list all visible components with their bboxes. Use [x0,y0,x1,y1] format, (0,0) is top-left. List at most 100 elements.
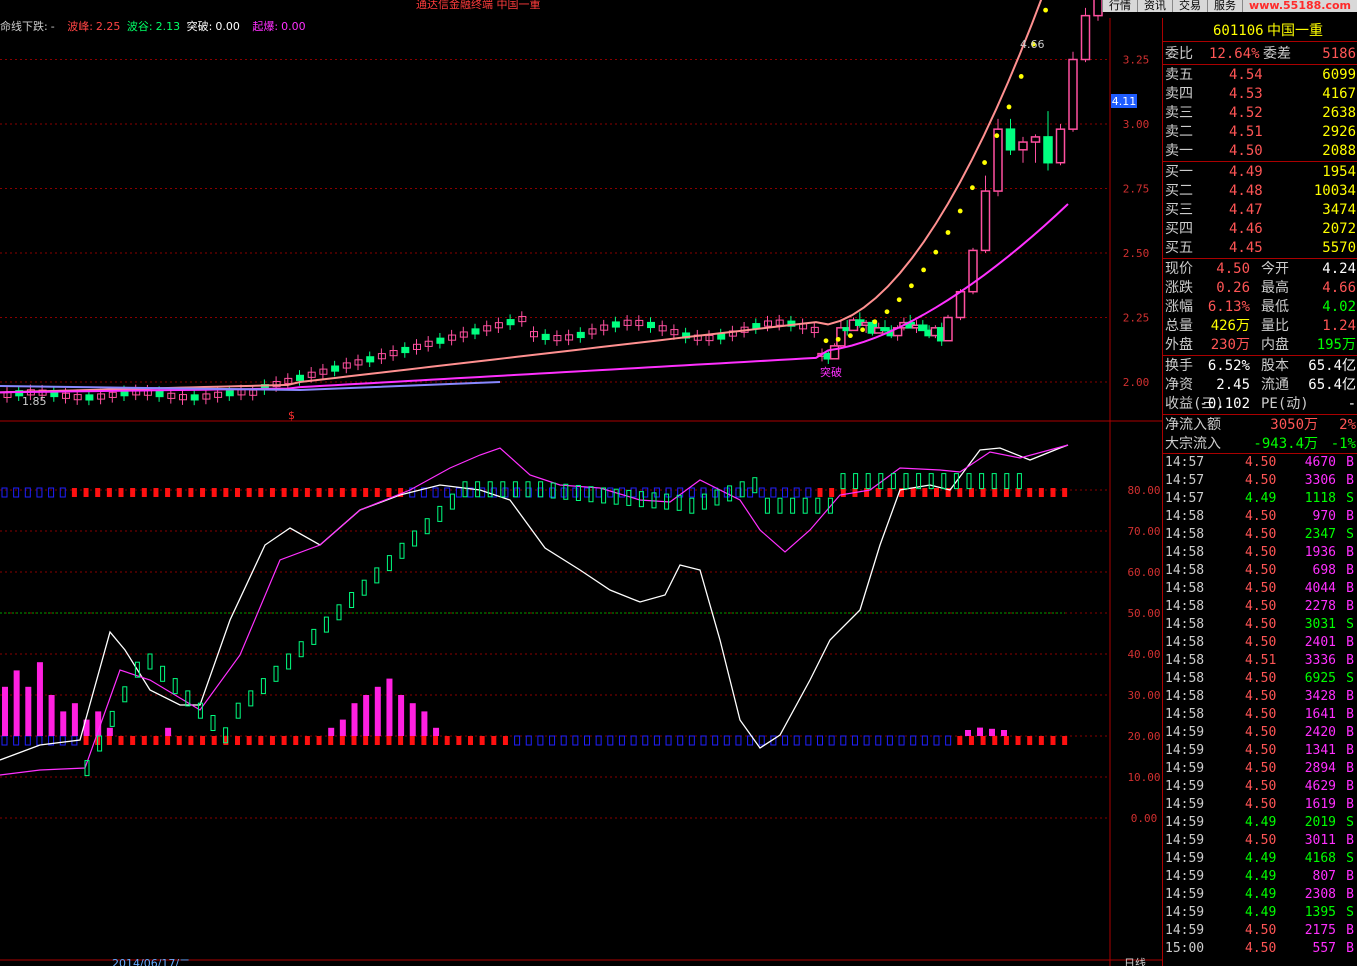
candle-body [471,328,480,335]
osc-signal-bottom [1027,736,1033,745]
tick-direction: S [1346,815,1354,830]
osc-histogram-bar [71,703,78,736]
osc-signal-bottom [584,735,590,746]
menu-service[interactable]: 服务 [1207,0,1242,12]
candle-body [829,345,840,360]
tick-time: 14:58 [1165,617,1205,632]
app-title: 通达信金融终端 中国一重 [416,0,541,11]
stat-label: 总量 [1165,318,1193,334]
tick-volume: 4629 [1304,779,1336,794]
ask-row: 卖一 4.50 2088 [1163,142,1357,161]
fund-label: PE(动) [1261,396,1309,412]
tick-time: 14:59 [1165,725,1205,740]
tick-time: 14:59 [1165,833,1205,848]
tick-volume: 557 [1312,941,1336,956]
osc-signal-top [829,488,835,497]
ask-volume: 6099 [1322,67,1356,83]
tick-direction: B [1346,581,1354,596]
tick-direction: S [1346,491,1354,506]
osc-signal-top [968,488,974,497]
tick-volume: 1341 [1304,743,1336,758]
osc-signal-top [630,487,637,498]
weicha-label: 委差 [1263,46,1291,62]
kline-chart[interactable]: 4.504.254.003.753.503.253.002.752.502.25… [0,0,1162,966]
osc-signal-bottom [409,736,415,745]
candle-body [943,316,953,342]
candle-body [955,290,966,319]
tick-row: 14:59 4.50 2175 B [1163,922,1357,940]
osc-histogram-bar [965,730,971,736]
menu-quotes[interactable]: 行情 [1102,0,1137,12]
tick-time: 14:59 [1165,869,1205,884]
osc-signal-top [444,487,451,498]
osc-green-bar [613,488,619,505]
period-label: 日线 [1124,956,1146,966]
candle-body [647,321,655,329]
tick-row: 15:00 4.50 557 B [1163,940,1357,958]
stock-name: 中国一重 [1267,23,1323,39]
tick-volume: 2401 [1304,635,1336,650]
osc-histogram-bar [36,662,43,736]
tick-price: 4.50 [1245,617,1277,632]
osc-signal-top [351,488,357,497]
osc-tick-label: 20.00 [1127,730,1160,743]
stat-value: 4.02 [1322,299,1356,315]
candle-body [1018,141,1028,151]
bid-label: 买一 [1165,164,1193,180]
osc-signal-bottom [444,736,450,745]
osc-signal-bottom [293,736,299,745]
sar-dot [982,160,987,165]
osc-signal-bottom [1038,736,1044,745]
tick-time: 14:58 [1165,509,1205,524]
osc-signal-top [922,488,928,497]
candle-body [155,390,164,398]
tick-time: 14:59 [1165,923,1205,938]
stat-row: 现价 4.50 今开 4.24 [1163,260,1357,279]
osc-signal-top [957,488,963,497]
osc-green-bar [235,702,241,719]
osc-signal-top [386,488,392,497]
menu-trade[interactable]: 交易 [1172,0,1207,12]
osc-green-bar [1004,473,1010,490]
osc-tick-label: 30.00 [1127,689,1160,702]
osc-signal-top [281,488,287,497]
tick-price: 4.50 [1245,527,1277,542]
osc-histogram-bar [351,703,358,736]
osc-signal-bottom [525,735,532,746]
weicha-value: 5186 [1322,46,1356,62]
stat-label: 现价 [1165,261,1193,277]
tick-volume: 4168 [1304,851,1336,866]
tick-price: 4.50 [1245,509,1277,524]
osc-signal-top [269,488,275,497]
ask-row: 卖二 4.51 2926 [1163,123,1357,142]
candle-body [611,321,620,328]
osc-signal-bottom [374,736,380,745]
candle-body [1068,58,1078,130]
tick-row: 14:58 4.50 970 B [1163,508,1357,526]
tick-row: 14:59 4.50 2420 B [1163,724,1357,742]
menu-news[interactable]: 资讯 [1137,0,1172,12]
osc-green-bar [1016,473,1022,490]
tick-volume: 1936 [1304,545,1336,560]
tick-price: 4.49 [1245,851,1277,866]
stat-label: 量比 [1261,318,1289,334]
tick-row: 14:59 4.50 4629 B [1163,778,1357,796]
osc-signal-bottom [421,736,427,745]
osc-green-bar [449,493,455,510]
tick-direction: S [1346,617,1354,632]
stat-value: 6.13% [1207,299,1250,315]
osc-signal-top [165,488,171,497]
osc-green-bar [815,497,821,514]
stat-row: 涨跌 0.26 最高 4.66 [1163,279,1357,298]
osc-signal-top [992,488,998,497]
osc-signal-bottom [188,736,194,745]
osc-histogram-bar [25,686,32,736]
osc-signal-top [793,487,800,498]
osc-signal-bottom [176,736,182,745]
tick-direction: B [1346,455,1354,470]
tick-price: 4.51 [1245,653,1277,668]
osc-signal-bottom [957,736,963,745]
fund-label: 流通 [1261,377,1289,393]
tick-volume: 698 [1312,563,1336,578]
tick-row: 14:57 4.50 4670 B [1163,454,1357,472]
